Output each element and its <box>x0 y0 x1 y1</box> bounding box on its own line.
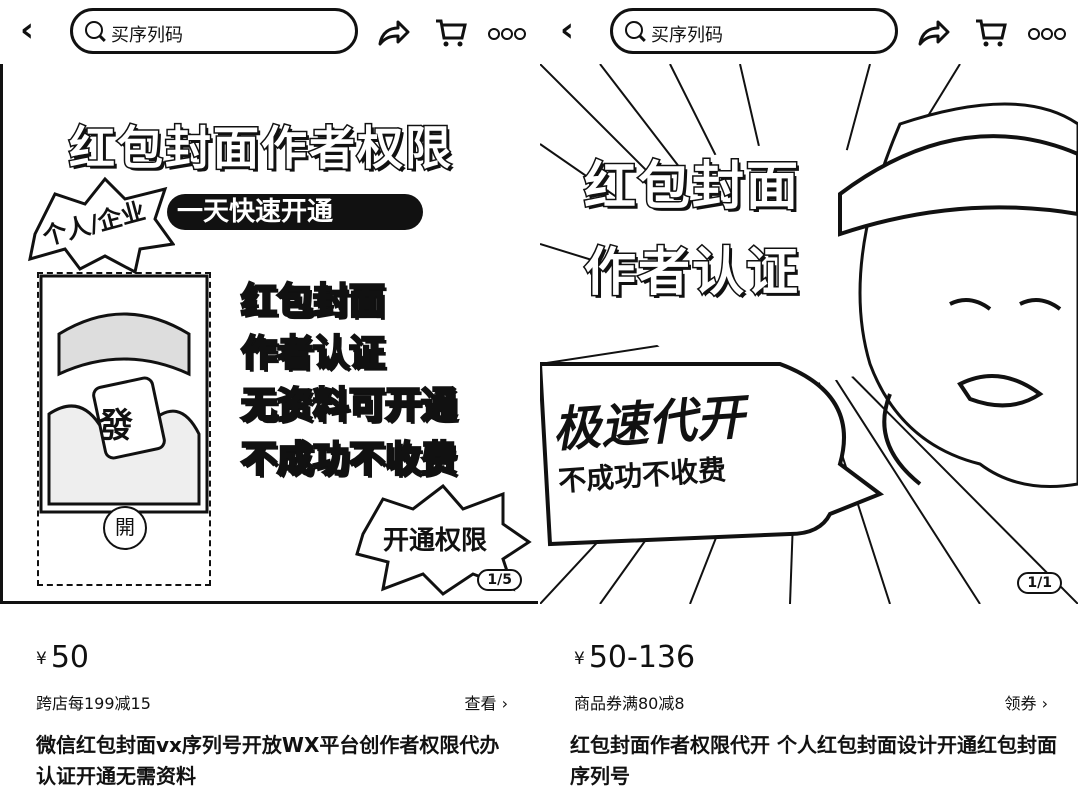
top-bar: ‹ 买序列码 <box>0 0 538 64</box>
promo-text: 商品券满80减8 <box>574 694 685 713</box>
banner-line-2: 作者认证 <box>240 332 387 376</box>
share-icon[interactable] <box>916 18 950 48</box>
search-input[interactable]: 买序列码 <box>610 8 898 54</box>
cart-icon[interactable] <box>974 18 1008 48</box>
banner-line-3: 无资料可开通 <box>240 384 459 428</box>
banner-title-1: 红包封面 <box>582 156 801 219</box>
product-title[interactable]: 微信红包封面vx序列号开放WX平台创作者权限代办认证开通无需资料 <box>36 730 516 792</box>
coupon-link[interactable]: 领券 › <box>1005 690 1049 714</box>
badge-fast: 一天快速开通 <box>167 194 423 230</box>
top-bar: ‹ 买序列码 <box>540 0 1078 64</box>
product-card-right[interactable]: ‹ 买序列码 红包封面 作者认证 极速代开 不成功不收费 1/1 ¥ 50-13… <box>540 0 1078 795</box>
banner-title: 红包封面作者权限 <box>68 120 453 177</box>
back-icon[interactable]: ‹ <box>20 13 52 48</box>
bubble-text: 开通权限 <box>383 526 488 556</box>
image-counter: 1/5 <box>477 569 522 591</box>
product-card-left[interactable]: ‹ 买序列码 红包封面作者权限 个人/企业 一天快速开通 發 開 红包封面 作者… <box>0 0 538 795</box>
more-icon[interactable] <box>1028 18 1068 48</box>
view-link[interactable]: 查看 › <box>465 690 509 714</box>
more-icon[interactable] <box>488 18 528 48</box>
banner-title-2: 作者认证 <box>582 242 801 305</box>
image-counter: 1/1 <box>1017 572 1062 594</box>
back-icon[interactable]: ‹ <box>560 13 592 48</box>
price: ¥50-136 <box>574 640 696 675</box>
cover-frame: 發 開 <box>37 272 211 586</box>
product-image[interactable]: 红包封面作者权限 个人/企业 一天快速开通 發 開 红包封面 作者认证 无资料可… <box>0 64 538 604</box>
cart-icon[interactable] <box>434 18 468 48</box>
search-input[interactable]: 买序列码 <box>70 8 358 54</box>
share-icon[interactable] <box>376 18 410 48</box>
banner-line-1: 红包封面 <box>240 280 387 324</box>
product-title[interactable]: 红包封面作者权限代开 个人红包封面设计开通红包封面序列号 <box>570 730 1060 792</box>
price: ¥50 <box>36 640 90 675</box>
cover-illustration <box>39 274 209 514</box>
search-icon <box>85 21 103 39</box>
cover-open-button: 開 <box>103 506 147 550</box>
search-icon <box>625 21 643 39</box>
product-image[interactable]: 红包封面 作者认证 极速代开 不成功不收费 1/1 <box>540 64 1078 604</box>
banner-line-4: 不成功不收费 <box>240 438 459 482</box>
cover-char: 發 <box>99 406 133 446</box>
promo-text: 跨店每199减15 <box>36 694 151 713</box>
